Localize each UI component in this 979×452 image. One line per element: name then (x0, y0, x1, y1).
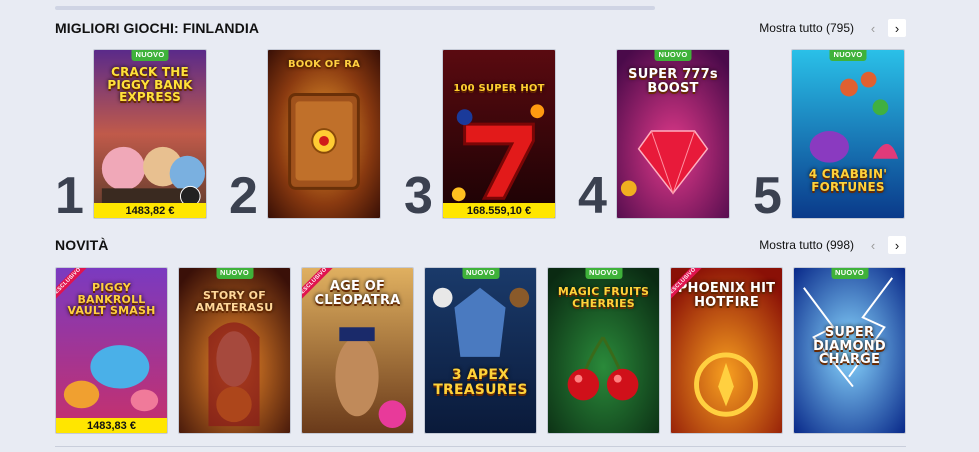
game-title: 100 SUPER HOT (453, 83, 545, 94)
game-tile[interactable]: 3 APEX TREASURES NUOVO (424, 267, 537, 434)
game-title: CRACK THE PIGGY BANK EXPRESS (107, 65, 193, 105)
rank-number: 3 (404, 167, 433, 225)
chevron-left-icon[interactable]: ‹ (864, 19, 882, 37)
section-title: NOVITÀ (55, 237, 109, 253)
game-card: 3 100 SUPER HOT 168.559,10 € (404, 48, 556, 225)
new-badge: NUOVO (830, 268, 869, 279)
new-badge: NUOVO (829, 50, 867, 61)
game-tile[interactable]: 4 CRABBIN' FORTUNES NUOVO (791, 49, 905, 219)
game-title: MAGIC FRUITS CHERRIES (557, 285, 650, 310)
game-card: 5 4 CRABBIN' FORTUNES NUOVO (753, 48, 905, 225)
rank-number: 5 (753, 167, 782, 225)
game-title: PHOENIX HIT HOTFIRE (677, 281, 776, 310)
chevron-right-icon[interactable]: › (888, 236, 906, 254)
game-tile[interactable]: STORY OF AMATERASU NUOVO (178, 267, 291, 434)
game-tile[interactable]: AGE OF CLEOPATRA ESCLUSIVO (301, 267, 414, 434)
game-tile[interactable]: SUPER DIAMOND CHARGE NUOVO (793, 267, 906, 434)
rank-number: 1 (55, 167, 84, 225)
game-title: SUPER DIAMOND CHARGE (813, 325, 886, 368)
game-title: 4 CRABBIN' FORTUNES (808, 167, 888, 194)
game-tile[interactable]: CRACK THE PIGGY BANK EXPRESS NUOVO 1483,… (93, 49, 207, 219)
divider (55, 446, 906, 447)
jackpot-amount: 1483,82 € (94, 203, 206, 218)
game-artwork (425, 268, 536, 433)
show-all-link[interactable]: Mostra tutto (998) (759, 238, 854, 252)
jackpot-amount: 168.559,10 € (443, 203, 555, 218)
new-badge: NUOVO (215, 268, 254, 279)
game-title: BOOK OF RA (287, 59, 361, 70)
top-games-carousel: 1 CRACK THE PIGGY BANK EXPRESS NUOVO 148… (55, 48, 915, 225)
jackpot-amount: 1483,83 € (56, 418, 167, 433)
section-tools: Mostra tutto (998) ‹ › (759, 236, 906, 254)
rank-number: 2 (229, 167, 258, 225)
game-title: AGE OF CLEOPATRA (314, 279, 401, 308)
game-card: 4 SUPER 777s BOOST NUOVO (578, 48, 730, 225)
game-card: 1 CRACK THE PIGGY BANK EXPRESS NUOVO 148… (55, 48, 207, 225)
game-title: SUPER 777s BOOST (628, 67, 718, 96)
horizontal-scrollbar[interactable] (55, 6, 655, 10)
game-tile[interactable]: PHOENIX HIT HOTFIRE ESCLUSIVO (670, 267, 783, 434)
section-title: MIGLIORI GIOCHI: FINLANDIA (55, 20, 260, 36)
show-all-link[interactable]: Mostra tutto (795) (759, 21, 854, 35)
new-badge: NUOVO (584, 268, 623, 279)
new-badge: NUOVO (654, 50, 692, 61)
game-tile[interactable]: PIGGY BANKROLL VAULT SMASH ESCLUSIVO 148… (55, 267, 168, 434)
chevron-left-icon[interactable]: ‹ (864, 236, 882, 254)
rank-number: 4 (578, 167, 607, 225)
top-games-header: MIGLIORI GIOCHI: FINLANDIA Mostra tutto … (55, 17, 906, 39)
game-tile[interactable]: MAGIC FRUITS CHERRIES NUOVO (547, 267, 660, 434)
game-title: STORY OF AMATERASU (195, 289, 274, 314)
game-tile[interactable]: SUPER 777s BOOST NUOVO (616, 49, 730, 219)
section-tools: Mostra tutto (795) ‹ › (759, 19, 906, 37)
game-tile[interactable]: BOOK OF RA (267, 49, 381, 219)
chevron-right-icon[interactable]: › (888, 19, 906, 37)
game-title: 3 APEX TREASURES (433, 367, 528, 398)
new-games-carousel: PIGGY BANKROLL VAULT SMASH ESCLUSIVO 148… (55, 267, 915, 434)
new-badge: NUOVO (461, 268, 500, 279)
game-card: 2 BOOK OF RA (229, 48, 381, 225)
game-tile[interactable]: 100 SUPER HOT 168.559,10 € (442, 49, 556, 219)
game-artwork (268, 50, 380, 218)
new-badge: NUOVO (131, 50, 169, 61)
new-games-header: NOVITÀ Mostra tutto (998) ‹ › (55, 234, 906, 256)
game-artwork (443, 50, 555, 218)
game-title: PIGGY BANKROLL VAULT SMASH (67, 281, 156, 318)
